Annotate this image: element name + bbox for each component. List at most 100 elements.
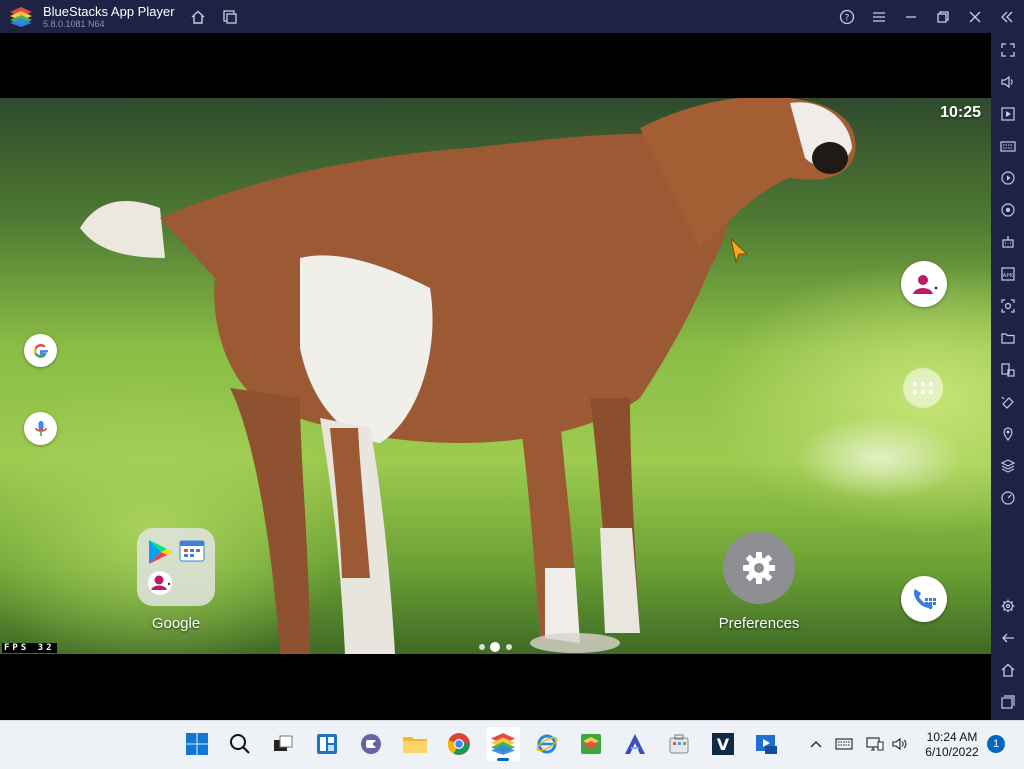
install-apk-button[interactable]: APK: [991, 260, 1024, 288]
home-screen[interactable]: 10:25 Google Preferences: [0, 98, 991, 654]
chrome-button[interactable]: [442, 727, 476, 761]
close-button[interactable]: [960, 0, 990, 33]
rotate-button[interactable]: [991, 196, 1024, 224]
contacts-icon: [148, 571, 172, 595]
notification-badge[interactable]: 1: [987, 735, 1005, 753]
windows-logo-icon: [186, 733, 208, 755]
layers-icon: [1000, 459, 1015, 473]
help-button[interactable]: ?: [832, 0, 862, 33]
menu-button[interactable]: [864, 0, 894, 33]
media-play-icon: [1000, 107, 1015, 121]
taskbar-date: 6/10/2022: [925, 745, 979, 759]
preferences-label: Preferences: [718, 615, 800, 632]
android-home-button[interactable]: [991, 656, 1024, 684]
task-view-icon: [274, 735, 293, 751]
multi-instance-button[interactable]: [215, 0, 245, 33]
android-back-button[interactable]: [991, 624, 1024, 652]
search-icon: [230, 734, 250, 754]
side-toolbar: APK: [991, 33, 1024, 720]
settings-button[interactable]: [991, 592, 1024, 620]
folder-icon: [1000, 333, 1015, 344]
chat-icon: [361, 734, 381, 754]
file-explorer-button[interactable]: [398, 727, 432, 761]
media-folder-button[interactable]: [991, 324, 1024, 352]
game-controls-button[interactable]: [991, 228, 1024, 256]
start-button[interactable]: [180, 727, 214, 761]
internet-explorer-icon: [536, 734, 558, 754]
home-button[interactable]: [183, 0, 213, 33]
help-icon: ?: [839, 9, 855, 24]
bluestacks-multi-instance-button[interactable]: [574, 727, 608, 761]
minimize-icon: [906, 15, 916, 18]
chevron-up-icon: [810, 741, 822, 748]
media-player-icon: [756, 735, 777, 754]
performance-button[interactable]: [991, 484, 1024, 512]
keyboard-icon: [835, 738, 853, 750]
restore-button[interactable]: [928, 0, 958, 33]
teams-chat-button[interactable]: [354, 727, 388, 761]
network-icon: [866, 737, 884, 751]
internet-explorer-button[interactable]: [530, 727, 564, 761]
location-pin-icon: [1002, 427, 1013, 441]
contacts-icon: [913, 275, 938, 294]
page-indicator-dot: [479, 644, 485, 650]
volume-icon: [1000, 75, 1013, 89]
speedometer-icon: [1000, 491, 1015, 505]
preferences-app[interactable]: [723, 532, 795, 604]
bluestacks-logo-icon: [10, 7, 32, 27]
google-folder[interactable]: [137, 528, 215, 606]
show-hidden-icons-button[interactable]: [806, 734, 826, 754]
double-chevron-left-icon: [1001, 11, 1013, 22]
apk-icon: APK: [1000, 267, 1015, 281]
app-drawer-button[interactable]: [903, 368, 943, 408]
play-store-icon: [149, 540, 172, 564]
contacts-app[interactable]: [901, 261, 947, 307]
speaker-icon: [892, 737, 907, 751]
app-button-toolbox[interactable]: [662, 727, 696, 761]
media-player-button[interactable]: [750, 727, 784, 761]
camera-icon: [1000, 299, 1015, 313]
bluestacks-taskbar-button[interactable]: [486, 727, 520, 761]
media-manager-button[interactable]: [991, 100, 1024, 128]
task-view-button[interactable]: [266, 727, 300, 761]
rotate-icon: [1000, 203, 1015, 217]
widgets-button[interactable]: [310, 727, 344, 761]
eco-mode-button[interactable]: [991, 388, 1024, 416]
android-recents-button[interactable]: [991, 688, 1024, 716]
svg-text:APK: APK: [1002, 273, 1013, 279]
eraser-icon: [1001, 396, 1014, 409]
multi-instance-sync-button[interactable]: [991, 356, 1024, 384]
v-app-icon: V: [712, 733, 734, 755]
google-search-button[interactable]: [24, 334, 57, 367]
multi-instance-icon: [223, 9, 237, 24]
keyboard-controls-button[interactable]: [991, 132, 1024, 160]
status-bar-clock: 10:25: [940, 104, 981, 121]
network-indicator[interactable]: [865, 734, 885, 754]
layers-button[interactable]: [991, 452, 1024, 480]
microphone-icon: [34, 420, 47, 436]
app-button-a[interactable]: [618, 727, 652, 761]
voice-search-button[interactable]: [24, 412, 57, 445]
back-arrow-icon: [1001, 633, 1014, 643]
multi-instance-manager-icon: [581, 734, 601, 754]
volume-indicator[interactable]: [890, 734, 910, 754]
google-folder-label: Google: [151, 615, 201, 632]
record-macro-button[interactable]: [991, 164, 1024, 192]
search-button[interactable]: [223, 727, 257, 761]
toolbox-icon: [669, 734, 689, 754]
input-indicator[interactable]: [834, 734, 854, 754]
minimize-button[interactable]: [896, 0, 926, 33]
app-version: 5.8.0.1081 N64: [43, 19, 105, 29]
fullscreen-icon: [1000, 43, 1015, 57]
location-button[interactable]: [991, 420, 1024, 448]
phone-app[interactable]: [901, 576, 947, 622]
taskbar-clock[interactable]: 10:24 AM 6/10/2022: [918, 730, 986, 760]
letterbox-top: [0, 33, 991, 98]
fullscreen-button[interactable]: [991, 36, 1024, 64]
app-button-v[interactable]: V: [706, 727, 740, 761]
collapse-sidebar-button[interactable]: [992, 0, 1022, 33]
chrome-icon: [447, 733, 470, 755]
hamburger-menu-icon: [873, 11, 885, 22]
volume-button[interactable]: [991, 68, 1024, 96]
screenshot-button[interactable]: [991, 292, 1024, 320]
